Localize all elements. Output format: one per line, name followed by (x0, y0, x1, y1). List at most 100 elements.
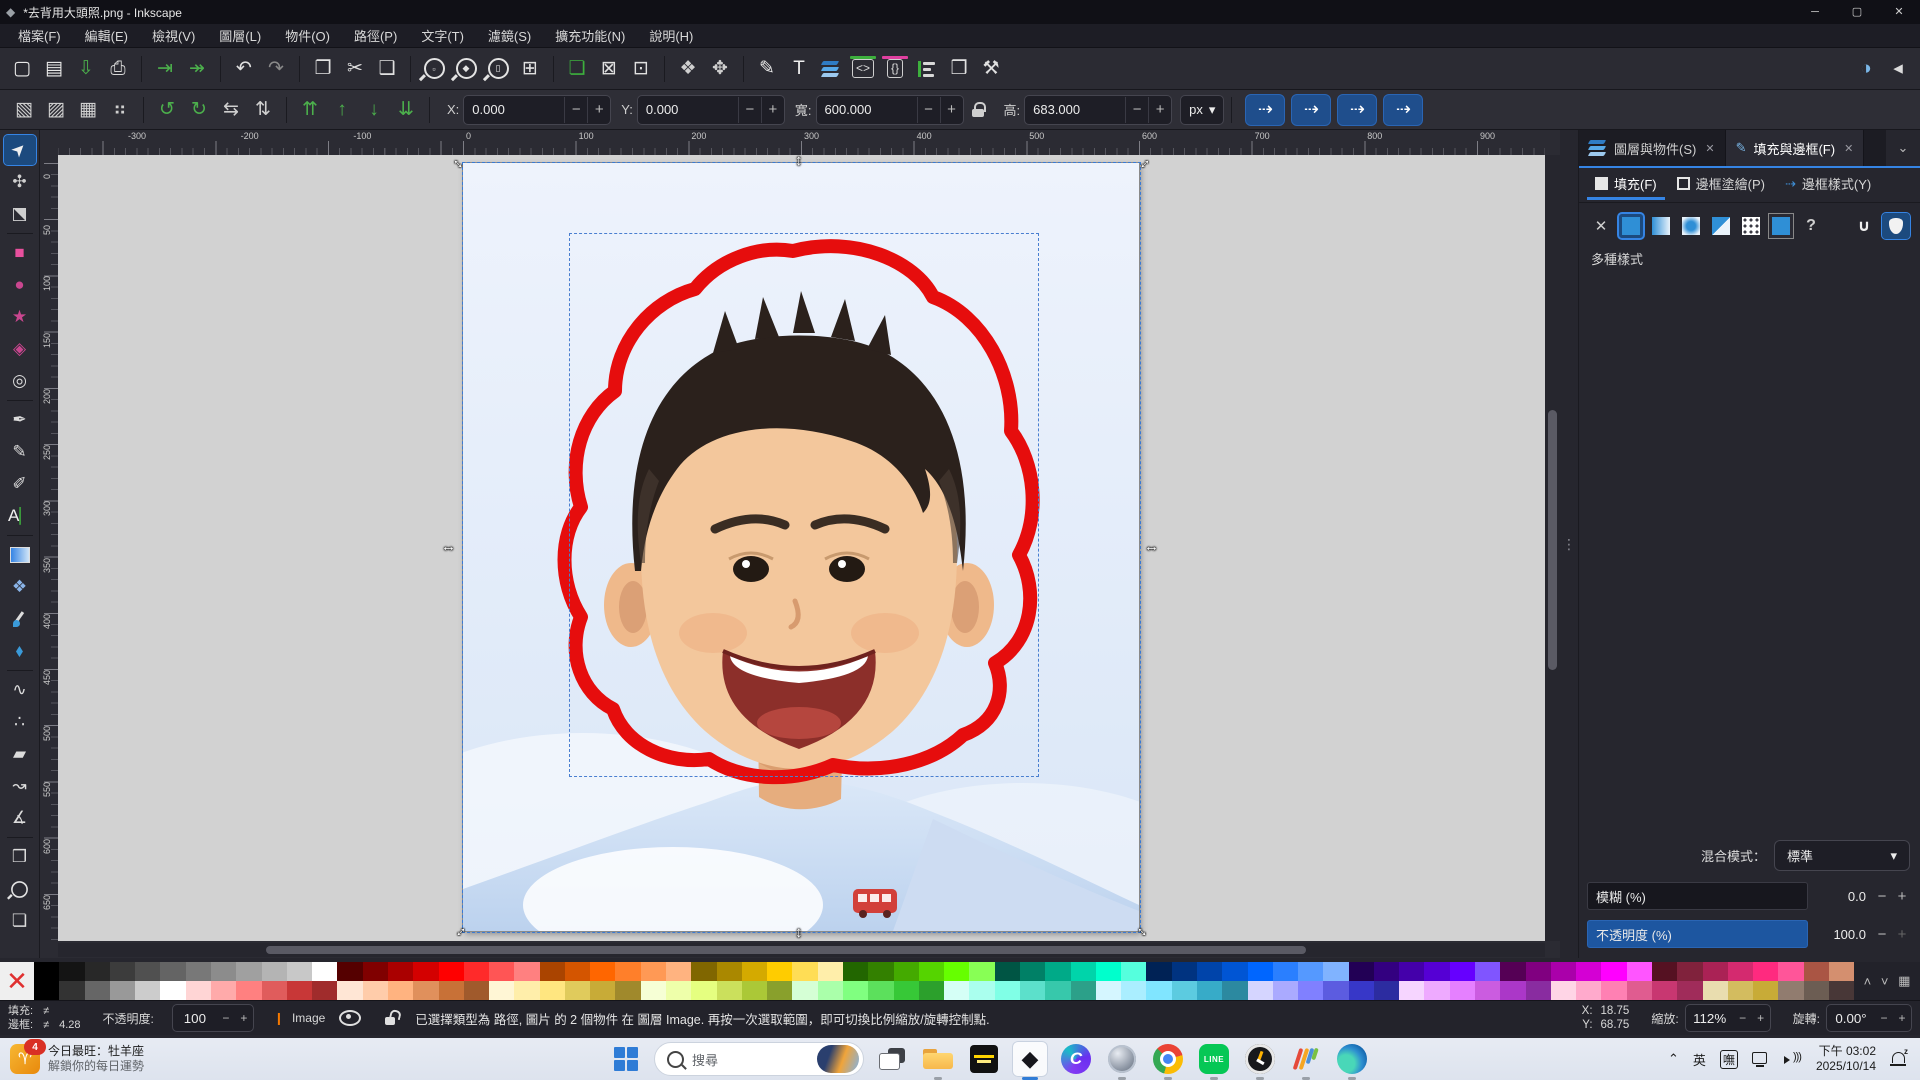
tool-calligraphy[interactable]: ✐ (4, 469, 36, 499)
color-swatch[interactable] (1475, 981, 1500, 1000)
color-swatch[interactable] (1450, 981, 1475, 1000)
color-swatch[interactable] (742, 981, 767, 1000)
blur-slider[interactable]: 模糊 (%) (1587, 882, 1808, 910)
color-swatch[interactable] (287, 981, 312, 1000)
tool-node-editor[interactable]: ✣ (4, 167, 36, 197)
fill-none-button[interactable]: ✕ (1589, 214, 1613, 238)
select-all-layers-icon[interactable]: ▨ (40, 94, 72, 126)
height-plus-icon[interactable]: + (1148, 97, 1171, 123)
network-icon[interactable] (1752, 1052, 1770, 1066)
zoom-drawing-icon[interactable]: ◆ (450, 53, 482, 85)
color-swatch[interactable] (1222, 962, 1247, 981)
rotate-ccw-icon[interactable]: ↺ (151, 94, 183, 126)
notification-bell-icon[interactable] (1890, 1051, 1906, 1067)
color-swatch[interactable] (1020, 981, 1045, 1000)
volume-icon[interactable] (1784, 1052, 1802, 1066)
color-swatch[interactable] (742, 962, 767, 981)
color-swatch[interactable] (615, 981, 640, 1000)
blur-value[interactable]: 0.0 (1808, 889, 1872, 904)
menu-7[interactable]: 濾鏡(S) (476, 24, 543, 47)
palette-scroll-down-icon[interactable]: ˅ (1881, 974, 1889, 989)
tool-zoom[interactable] (4, 874, 36, 904)
color-swatch[interactable] (1197, 962, 1222, 981)
color-swatch[interactable] (1551, 981, 1576, 1000)
rotation-plus-icon[interactable]: + (1893, 1011, 1911, 1025)
palette-config-icon[interactable]: ▦ (1898, 973, 1910, 989)
color-swatch[interactable] (514, 962, 539, 981)
inkscape-taskbar-button[interactable]: ◆ (1012, 1041, 1048, 1077)
globe-app-button[interactable] (1104, 1041, 1140, 1077)
color-swatch[interactable] (565, 981, 590, 1000)
document-properties-icon[interactable]: ❒ (943, 53, 975, 85)
color-swatch[interactable] (1096, 981, 1121, 1000)
color-swatch[interactable] (1020, 962, 1045, 981)
fill-rule-evenodd[interactable]: ∪ (1850, 213, 1878, 239)
draw-style-icon[interactable]: ✎ (751, 53, 783, 85)
start-button[interactable] (608, 1041, 644, 1077)
export-icon[interactable]: ↠ (181, 53, 213, 85)
object-properties-icon[interactable]: {} (879, 53, 911, 85)
tool-connector[interactable]: ↝ (4, 771, 36, 801)
color-swatch[interactable] (135, 981, 160, 1000)
color-swatch[interactable] (110, 981, 135, 1000)
snapbar-collapse-icon[interactable]: ◂ (1882, 53, 1914, 85)
tool-star[interactable]: ★ (4, 302, 36, 332)
rotation-field[interactable]: − + (1826, 1004, 1912, 1032)
color-swatch[interactable] (717, 981, 742, 1000)
color-swatch[interactable] (1121, 981, 1146, 1000)
flip-vertical-icon[interactable]: ⇅ (247, 94, 279, 126)
ime-language-indicator[interactable]: 英 (1693, 1050, 1706, 1069)
color-swatch[interactable] (1677, 981, 1702, 1000)
color-swatch[interactable] (1829, 981, 1854, 1000)
handle-mid-left[interactable]: ↔ (441, 539, 456, 554)
color-swatch[interactable] (1475, 962, 1500, 981)
tool-pen[interactable]: ✒ (4, 405, 36, 435)
deselect-icon[interactable]: ▦ (72, 94, 104, 126)
raise-icon[interactable]: ↑ (326, 94, 358, 126)
zoom-selection-icon[interactable]: ▫ (418, 53, 450, 85)
height-minus-icon[interactable]: − (1125, 97, 1148, 123)
tab-close-icon[interactable]: ✕ (1844, 142, 1853, 155)
text-dialog-icon[interactable]: T (783, 53, 815, 85)
print-icon[interactable]: ⎙ (102, 53, 134, 85)
color-swatch[interactable] (995, 981, 1020, 1000)
zoom-input[interactable] (1686, 1010, 1734, 1027)
rotate-cw-icon[interactable]: ↻ (183, 94, 215, 126)
y-plus-icon[interactable]: + (761, 97, 784, 123)
tray-chevron-icon[interactable]: ⌃ (1668, 1051, 1679, 1067)
color-swatch[interactable] (818, 981, 843, 1000)
opacity-status-input[interactable] (173, 1010, 217, 1027)
color-swatch[interactable] (615, 962, 640, 981)
color-swatch[interactable] (388, 962, 413, 981)
ratio-lock-icon[interactable] (972, 102, 986, 118)
color-swatch[interactable] (1526, 962, 1551, 981)
layer-name[interactable]: Image (292, 1011, 325, 1025)
fill-radial-gradient-button[interactable] (1679, 214, 1703, 238)
zoom-minus-icon[interactable]: − (1734, 1011, 1752, 1025)
subtab-stroke-paint[interactable]: 邊框塗繪(P) (1669, 170, 1773, 200)
no-color-swatch[interactable]: ✕ (0, 962, 34, 1000)
layer-visibility-eye-icon[interactable] (339, 1010, 361, 1026)
blur-plus-button[interactable]: + (1892, 888, 1912, 905)
color-swatch[interactable] (818, 962, 843, 981)
width-minus-icon[interactable]: − (917, 97, 940, 123)
color-swatch[interactable] (792, 962, 817, 981)
color-swatch[interactable] (287, 962, 312, 981)
height-field[interactable]: −+ (1024, 95, 1172, 125)
redo-icon[interactable]: ↷ (260, 53, 292, 85)
color-swatch[interactable] (34, 981, 59, 1000)
tool-shape-builder[interactable]: ⬔ (4, 199, 36, 229)
tool-spray[interactable]: ∴ (4, 707, 36, 737)
canvas[interactable]: ↔ ↕ ↔ ↔ ↔ ↔ ↕ ↔ (58, 155, 1545, 941)
color-swatch[interactable] (919, 981, 944, 1000)
ime-method-indicator[interactable]: 嘸 (1720, 1050, 1738, 1069)
cut-icon[interactable]: ✂ (339, 53, 371, 85)
color-swatch[interactable] (1778, 981, 1803, 1000)
tab-layers-objects[interactable]: 圖層與物件(S) ✕ (1579, 130, 1726, 166)
rotation-input[interactable] (1827, 1010, 1875, 1027)
color-swatch[interactable] (160, 962, 185, 981)
color-swatch[interactable] (1071, 962, 1096, 981)
color-swatch[interactable] (894, 962, 919, 981)
palette-scroll-up-icon[interactable]: ˄ (1864, 974, 1872, 989)
zoom-plus-icon[interactable]: + (1752, 1011, 1770, 1025)
